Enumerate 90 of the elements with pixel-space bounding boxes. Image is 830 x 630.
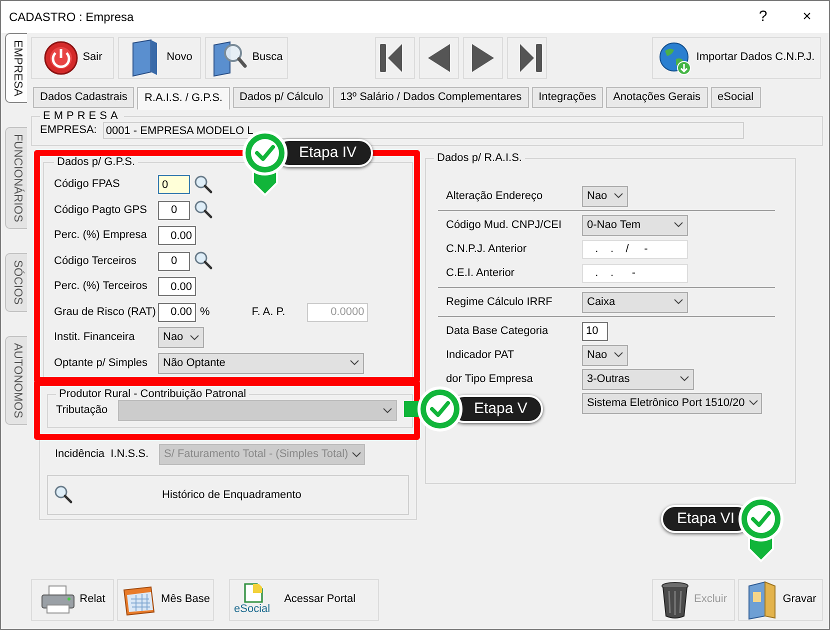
- field-label: F. A. P.: [252, 306, 286, 320]
- tab[interactable]: Integrações: [532, 87, 604, 108]
- dropdown[interactable]: Caixa: [582, 292, 688, 313]
- tab[interactable]: 13º Salário / Dados Complementares: [333, 87, 529, 108]
- chevron-icon: [674, 299, 683, 306]
- field-label: C.E.I. Anterior: [445, 266, 516, 280]
- group-title: Produtor Rural - Contribuição Patronal: [58, 388, 248, 400]
- field-label: dor Tipo Empresa: [445, 372, 534, 386]
- tab[interactable]: eSocial: [710, 87, 761, 108]
- logo-text: eSocial: [234, 603, 270, 617]
- dropdown[interactable]: Sistema Eletrônico Port 1510/20: [582, 392, 762, 414]
- field-label: Código Terceiros: [54, 254, 138, 268]
- text-field[interactable]: 0: [158, 200, 190, 220]
- field-label: Grau de Risco (RAT): [54, 306, 157, 320]
- tab[interactable]: Dados Cadastrais: [33, 87, 134, 108]
- chevron-icon: [674, 222, 683, 228]
- field-label: Tributação: [56, 404, 108, 418]
- toolbar-button[interactable]: Mês Base: [117, 579, 214, 621]
- text-field[interactable]: 10: [582, 322, 608, 341]
- dropdown[interactable]: Nao: [582, 344, 628, 366]
- toolbar-button[interactable]: Relat: [31, 579, 114, 621]
- field-label: Optante p/ Simples: [54, 356, 149, 370]
- text-field[interactable]: 0.00: [158, 277, 196, 296]
- field-label: Código Mud. CNPJ/CEI: [445, 218, 563, 232]
- tab[interactable]: Dados p/ Cálculo: [232, 87, 330, 108]
- text-field[interactable]: 0.00: [158, 226, 196, 246]
- dropdown[interactable]: 3-Outras: [582, 368, 694, 390]
- dropdown[interactable]: 0-Nao Tem: [582, 214, 688, 236]
- check-pin-icon: [736, 495, 785, 565]
- navigation-button[interactable]: [463, 37, 503, 79]
- field-label: Incidência I.N.S.S.: [55, 448, 150, 462]
- chevron-icon: [382, 408, 392, 414]
- field-label: EMPRESA:: [40, 124, 97, 138]
- side-tab[interactable]: AUTONOMOS: [5, 336, 27, 426]
- field-label: Alteração Endereço: [445, 190, 544, 203]
- dropdown[interactable]: Nao: [158, 327, 204, 348]
- check-pin-icon: [404, 385, 464, 433]
- chevron-icon: [748, 400, 758, 406]
- chevron-icon: [352, 452, 362, 458]
- globe-icon: [658, 41, 692, 75]
- field-label: Data Base Categoria: [445, 324, 550, 338]
- tab[interactable]: R.A.I.S. / G.P.S.: [137, 87, 230, 110]
- chevron-icon: [350, 360, 359, 366]
- calendar-icon: [121, 584, 158, 616]
- import-button[interactable]: Importar Dados C.N.P.J.: [652, 37, 821, 79]
- text-field[interactable]: 0.00: [158, 302, 196, 322]
- toolbar-button[interactable]: Sair: [31, 37, 114, 79]
- toolbar-button[interactable]: Gravar: [738, 579, 823, 621]
- group-title: Dados p/ R.A.I.S.: [436, 152, 523, 164]
- chevron-icon: [614, 193, 623, 200]
- navigation-button[interactable]: [419, 37, 459, 79]
- text-field[interactable]: . . / -: [582, 240, 688, 259]
- text-field[interactable]: 0: [158, 252, 190, 271]
- toolbar-button[interactable]: Novo: [118, 37, 201, 79]
- side-tab[interactable]: SÓCIOS: [5, 253, 27, 312]
- group-title: Dados p/ G.P.S.: [56, 156, 136, 168]
- navigation-button[interactable]: [507, 37, 547, 79]
- window-title: CADASTRO : Empresa: [9, 10, 134, 24]
- toolbar-button[interactable]: Busca: [205, 37, 288, 79]
- toolbar-button[interactable]: eSocial Acessar Portal: [229, 579, 379, 621]
- company-field[interactable]: 0001 - EMPRESA MODELO L: [102, 122, 744, 140]
- text-field[interactable]: . . -: [582, 264, 688, 283]
- chevron-icon: [190, 334, 199, 341]
- dropdown[interactable]: Não Optante: [158, 352, 364, 374]
- field-label: Código Pagto GPS: [54, 204, 148, 218]
- group-title: EMPRESA: [42, 110, 122, 122]
- field-label: Regime Cálculo IRRF: [445, 296, 554, 309]
- printer-icon: [40, 585, 76, 615]
- history-button[interactable]: Histórico de Enquadramento: [47, 475, 409, 516]
- help-button[interactable]: ?: [741, 1, 785, 33]
- tab[interactable]: Anotações Gerais: [606, 87, 708, 108]
- side-tab[interactable]: EMPRESA: [5, 33, 27, 104]
- chevron-icon: [614, 352, 623, 358]
- field-label: C.N.P.J. Anterior: [445, 242, 528, 256]
- text-field[interactable]: 0: [158, 175, 190, 194]
- field-label: Código FPAS: [54, 178, 121, 192]
- field-label: Indicador PAT: [445, 348, 516, 362]
- navigation-button[interactable]: [375, 37, 415, 79]
- field-label: Instit. Financeira: [54, 331, 136, 345]
- side-tab[interactable]: FUNCIONÁRIOS: [5, 127, 27, 230]
- field-label: Perc. (%) Terceiros: [54, 280, 148, 294]
- search-icon: [54, 485, 74, 506]
- percent-sign: %: [200, 306, 210, 320]
- field-label: Perc. (%) Empresa: [54, 229, 148, 243]
- document-icon: [241, 583, 264, 604]
- dropdown[interactable]: Nao: [582, 186, 628, 207]
- chevron-icon: [680, 376, 689, 382]
- power-icon: [42, 40, 79, 76]
- close-button[interactable]: ×: [785, 1, 829, 33]
- trash-icon: [660, 581, 690, 619]
